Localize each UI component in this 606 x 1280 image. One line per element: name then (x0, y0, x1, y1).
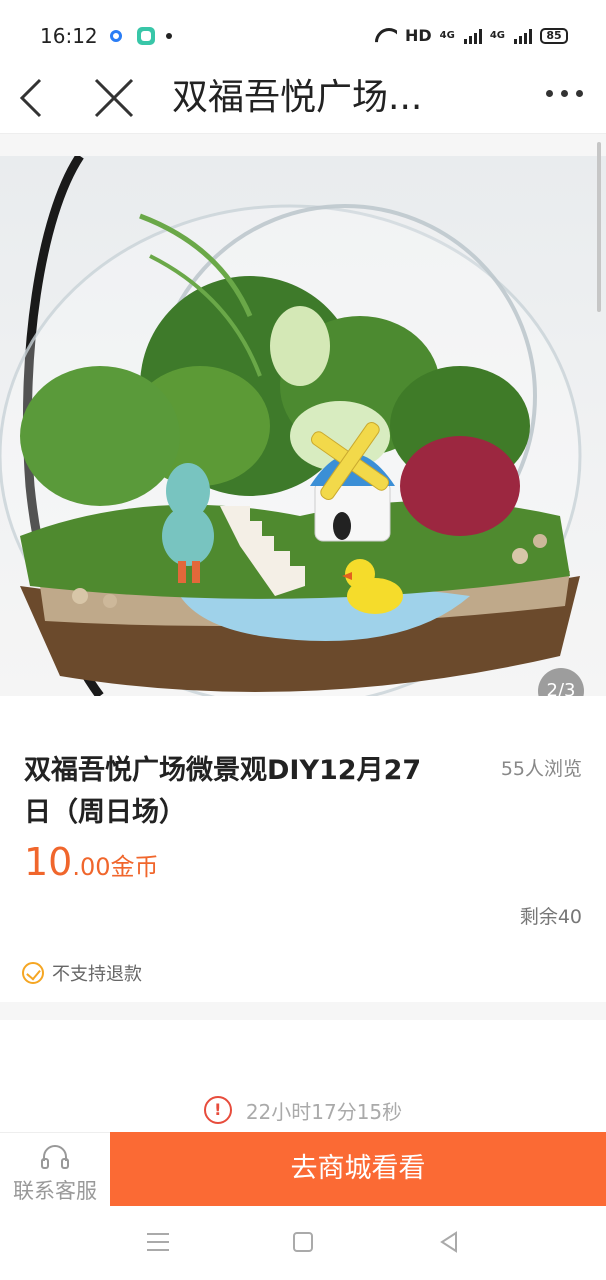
status-bar: 16:12 HD 4G 4G 85 (0, 0, 606, 64)
notification-app-icon (110, 30, 122, 42)
customer-service-label: 联系客服 (13, 1179, 97, 1203)
status-time: 16:12 (40, 24, 98, 48)
price-integer: 10 (24, 840, 73, 884)
more-dots-icon[interactable] (546, 90, 583, 97)
price-decimal: .00 (72, 853, 111, 881)
section-divider (0, 1002, 606, 1020)
customer-service-button[interactable]: 联系客服 (0, 1132, 110, 1206)
terrarium-image (0, 156, 582, 696)
network-label-1: 4G (439, 30, 455, 41)
menu-icon[interactable] (147, 1233, 169, 1251)
hd-label: HD (404, 26, 432, 45)
nav-bar: 双福吾悦广场... (0, 64, 606, 134)
signal-icon (463, 28, 482, 44)
battery-icon: 85 (540, 27, 568, 44)
close-icon[interactable] (90, 76, 136, 120)
wifi-icon (375, 28, 397, 44)
price-unit: 金币 (110, 853, 159, 881)
signal-icon-2 (514, 28, 532, 44)
headset-icon (41, 1145, 69, 1169)
back-triangle-icon[interactable] (438, 1231, 460, 1253)
stock-remaining: 剩余40 (519, 906, 582, 928)
view-count: 55人浏览 (500, 758, 582, 780)
countdown-timer: ! 22小时17分15秒 (0, 1090, 606, 1130)
system-nav-bar (0, 1206, 606, 1280)
product-image-carousel[interactable] (0, 156, 606, 696)
go-to-mall-button[interactable]: 去商城看看 (110, 1132, 606, 1206)
chevron-left-icon[interactable] (18, 76, 58, 120)
bottom-action-bar: 联系客服 去商城看看 (0, 1132, 606, 1206)
product-title: 双福吾悦广场微景观DIY12月27日（周日场） (24, 755, 422, 828)
check-circle-icon (22, 962, 44, 984)
countdown-text: 22小时17分15秒 (245, 1099, 403, 1124)
product-info: 双福吾悦广场微景观DIY12月27日（周日场） 55人浏览 10.00金币 剩余… (0, 696, 606, 1002)
notification-app-icon-2 (137, 27, 155, 45)
refund-policy: 不支持退款 (22, 960, 142, 986)
scrollbar[interactable] (597, 142, 601, 312)
page-title: 双福吾悦广场... (172, 77, 423, 118)
product-price: 10.00金币 (24, 840, 159, 884)
home-icon[interactable] (293, 1232, 313, 1252)
status-icons: HD 4G 4G 85 (375, 26, 568, 45)
more-notifications-dot (166, 33, 172, 39)
refund-policy-label: 不支持退款 (52, 964, 142, 985)
alert-icon: ! (203, 1096, 232, 1124)
section-divider (0, 134, 606, 156)
network-label-2: 4G (489, 30, 505, 41)
